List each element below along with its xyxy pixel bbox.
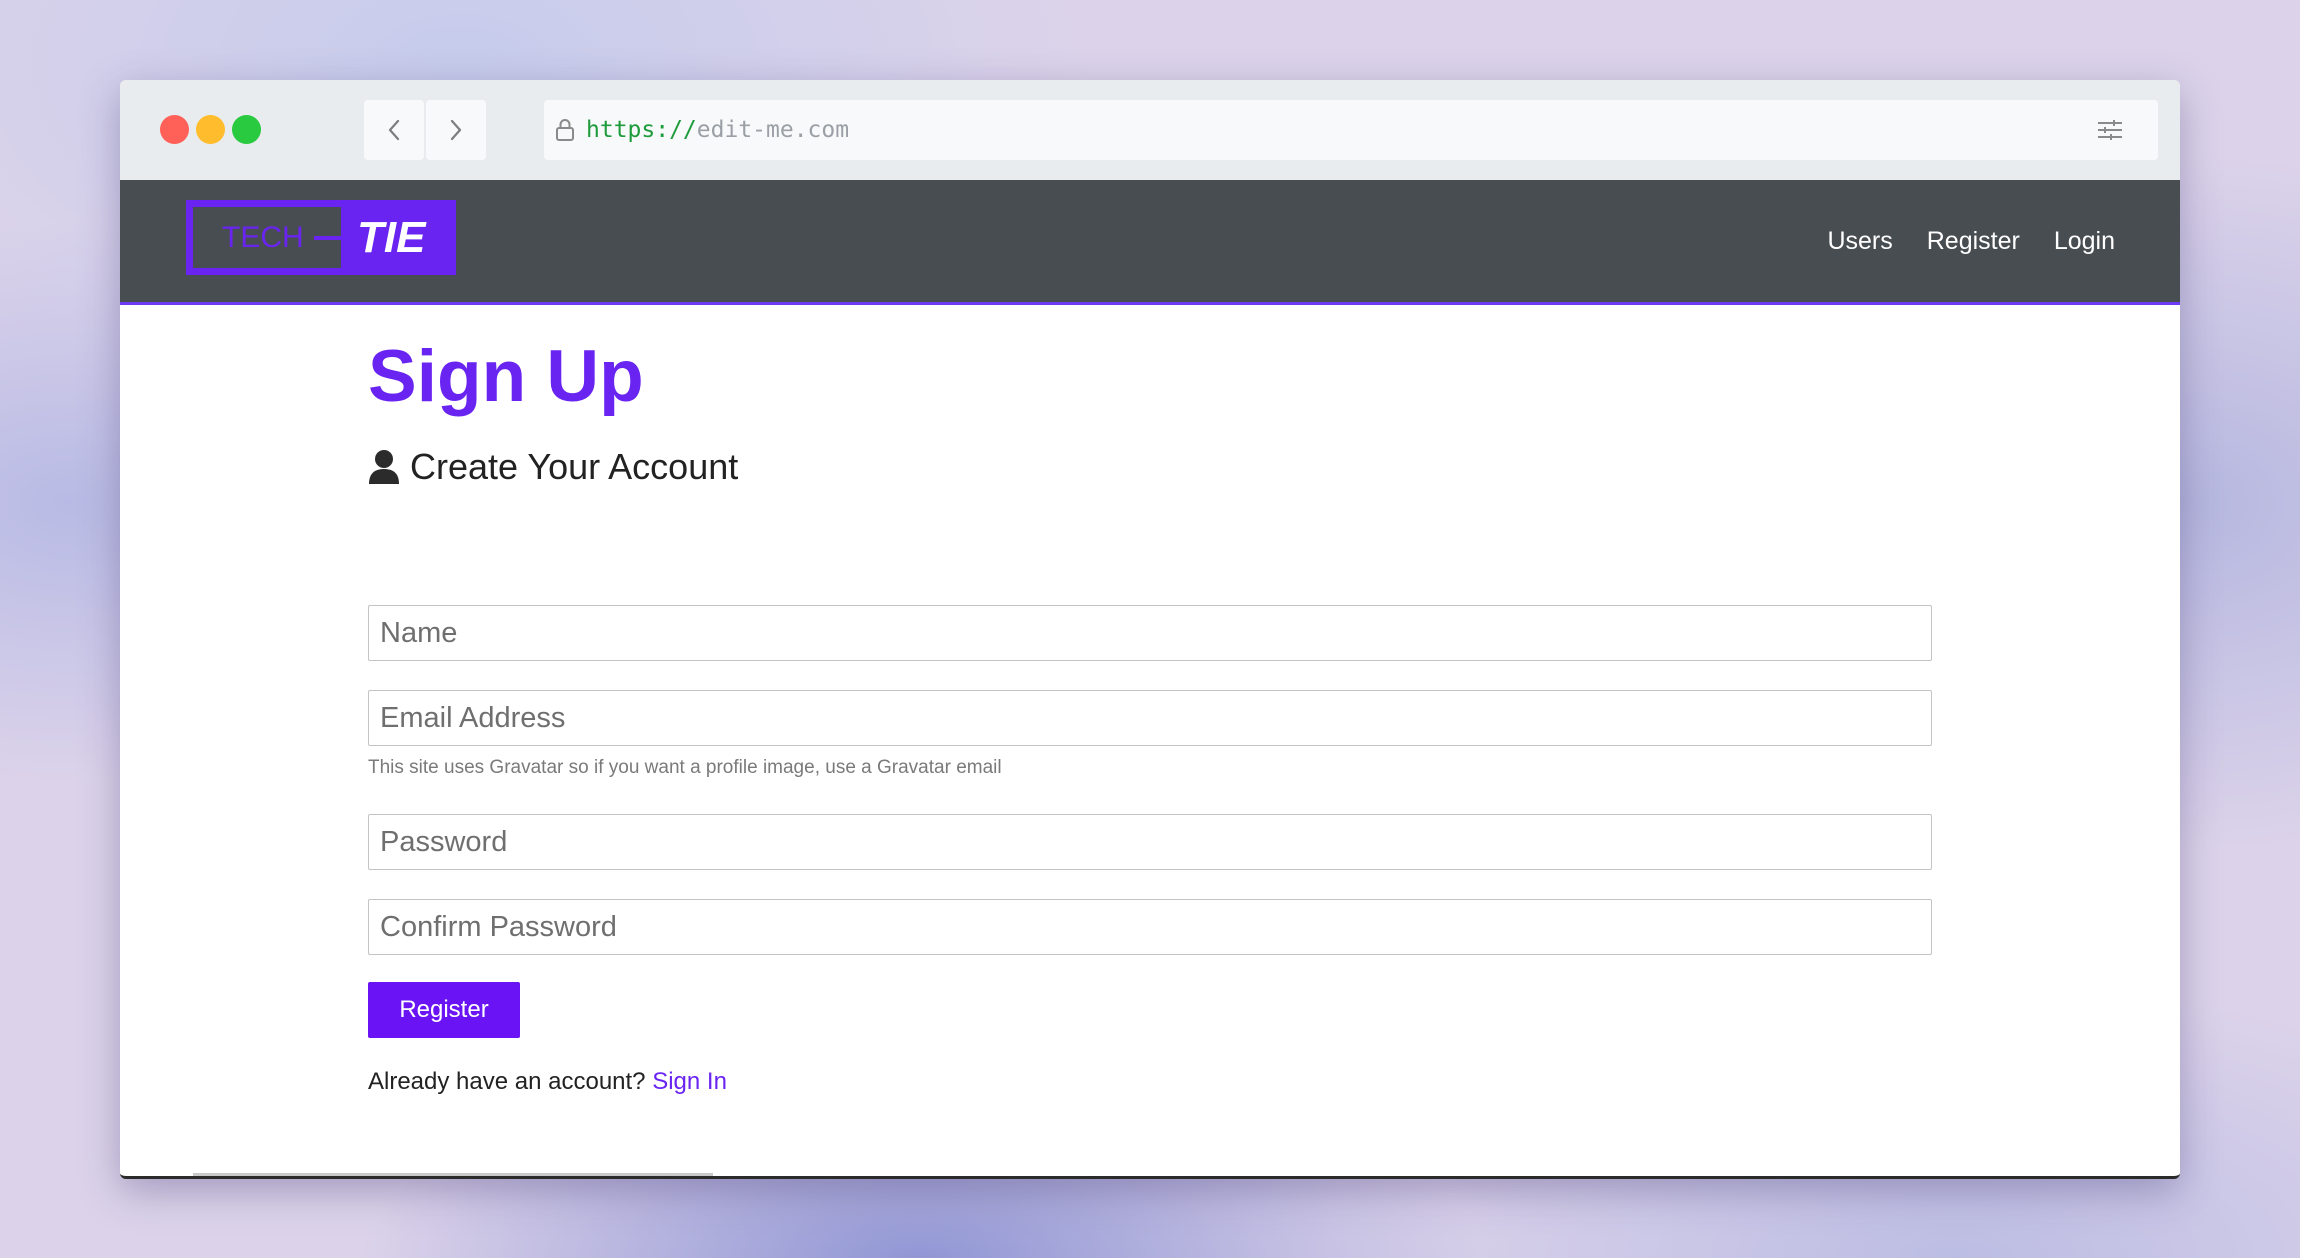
back-button[interactable] [364, 100, 424, 160]
chevron-right-icon [450, 119, 462, 141]
email-field[interactable] [368, 690, 1932, 746]
form-lead: Create Your Account [368, 442, 738, 492]
form-lead-text: Create Your Account [410, 446, 739, 487]
url-scheme: https:// [586, 117, 697, 143]
site-logo[interactable]: TECH TIE [186, 200, 456, 275]
email-help-text: This site uses Gravatar so if you want a… [368, 757, 1002, 778]
url-host: edit-me.com [696, 117, 850, 143]
signin-prompt-line: Already have an account? Sign In [368, 1068, 727, 1096]
horizontal-scrollbar[interactable] [193, 1173, 713, 1176]
chevron-left-icon [388, 119, 400, 141]
password-field[interactable] [368, 814, 1932, 870]
sliders-icon [2098, 120, 2122, 140]
forward-button[interactable] [426, 100, 486, 160]
site-navbar: TECH TIE Users Register Login [120, 180, 2180, 305]
signin-prompt-text: Already have an account? [368, 1068, 646, 1095]
lock-icon [554, 117, 576, 143]
signin-link[interactable]: Sign In [652, 1068, 727, 1095]
page-title: Sign Up [368, 336, 644, 417]
nav-link-login[interactable]: Login [2054, 227, 2115, 256]
logo-right-text: TIE [357, 213, 427, 262]
nav-link-register[interactable]: Register [1927, 227, 2020, 256]
user-icon [369, 450, 399, 484]
close-window-button[interactable] [160, 115, 189, 144]
register-button[interactable]: Register [368, 982, 520, 1038]
browser-toolbar: https://edit-me.com [120, 80, 2180, 180]
maximize-window-button[interactable] [232, 115, 261, 144]
name-field[interactable] [368, 605, 1932, 661]
settings-button[interactable] [2080, 100, 2140, 160]
confirm-password-field[interactable] [368, 899, 1932, 955]
address-bar[interactable]: https://edit-me.com [544, 100, 2158, 160]
minimize-window-button[interactable] [196, 115, 225, 144]
nav-link-users[interactable]: Users [1827, 227, 1892, 256]
browser-window: https://edit-me.com TECH TIE Users Regis… [120, 80, 2180, 1179]
logo-left-text: TECH [222, 221, 304, 254]
nav-links: Users Register Login [1793, 180, 2115, 302]
